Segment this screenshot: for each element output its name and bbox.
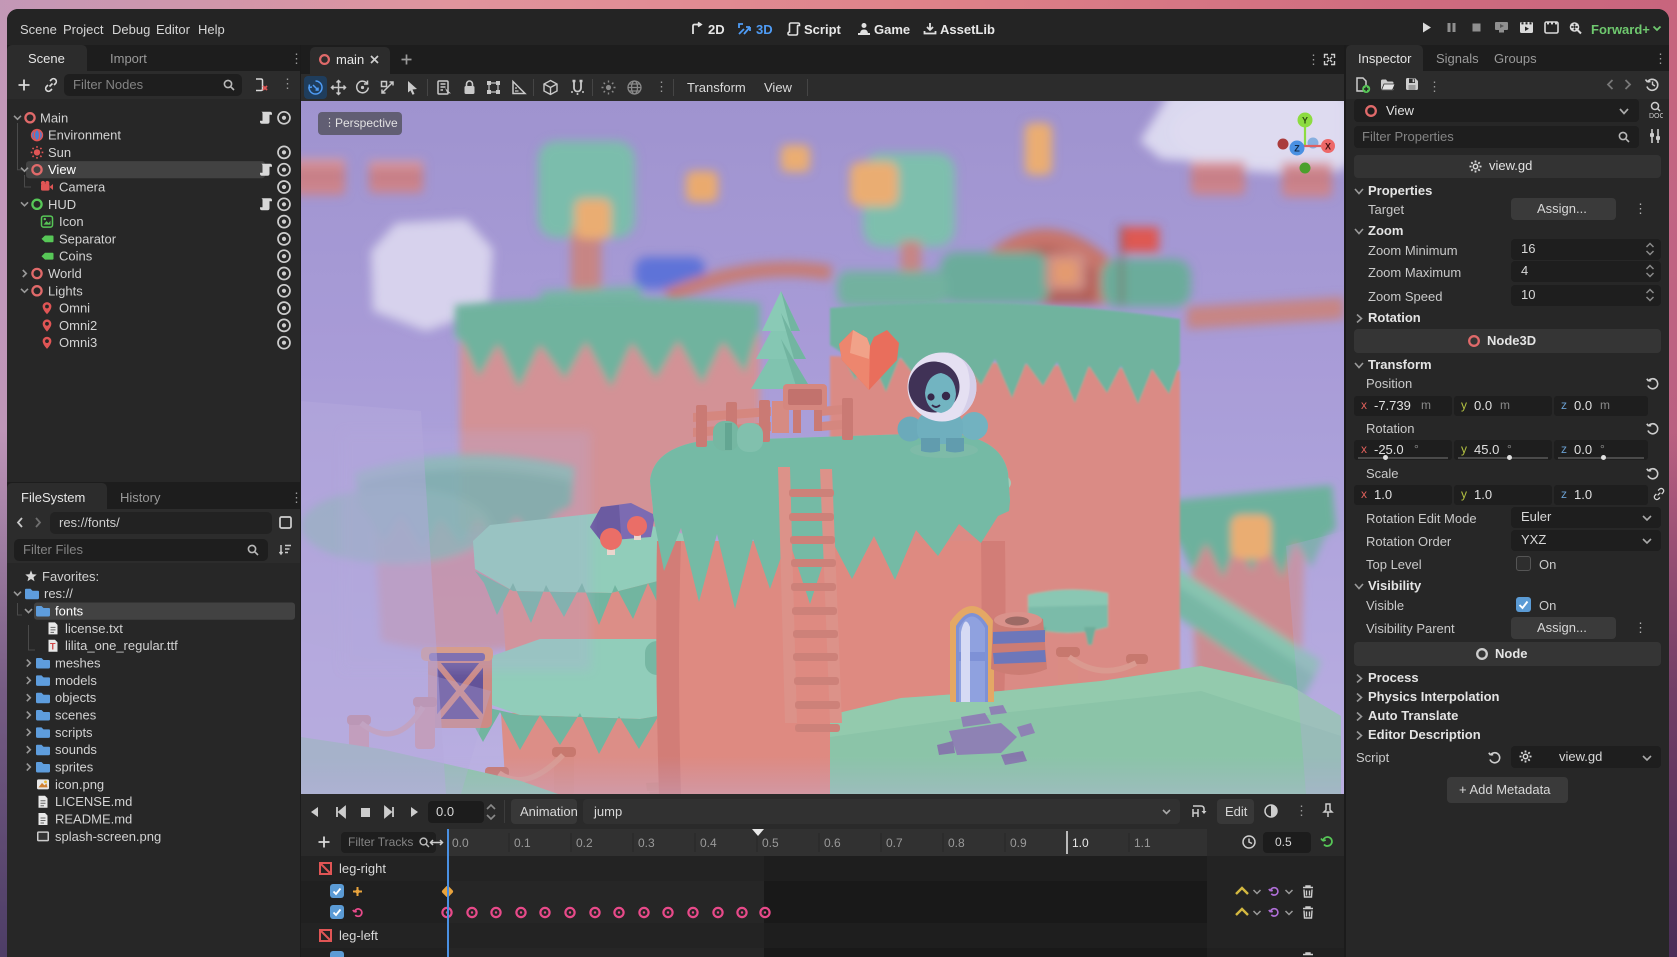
svg-text:Environment: Environment [48, 128, 121, 143]
svg-text:Omni: Omni [59, 301, 90, 316]
svg-text:Lights: Lights [48, 283, 83, 298]
svg-text:DOC: DOC [1649, 113, 1663, 120]
svg-text:res://: res:// [44, 586, 73, 601]
svg-text:splash-screen.png: splash-screen.png [55, 829, 161, 844]
svg-text:Main: Main [40, 110, 68, 125]
svg-text:Omni3: Omni3 [59, 335, 97, 350]
svg-text:HUD: HUD [48, 197, 76, 212]
svg-text:models: models [55, 673, 97, 688]
svg-text:Z: Z [1294, 144, 1300, 154]
svg-text:scripts: scripts [55, 725, 93, 740]
svg-text:icon.png: icon.png [55, 777, 104, 792]
svg-text:View: View [48, 162, 77, 177]
svg-text:Omni2: Omni2 [59, 318, 97, 333]
svg-text:sprites: sprites [55, 760, 94, 775]
svg-text:Coins: Coins [59, 249, 93, 264]
svg-text:Icon: Icon [59, 214, 84, 229]
svg-text:X: X [1325, 142, 1331, 152]
svg-text:scenes: scenes [55, 708, 97, 723]
svg-text:World: World [48, 266, 82, 281]
svg-text:Sun: Sun [48, 145, 71, 160]
svg-text:objects: objects [55, 690, 97, 705]
svg-text:fonts: fonts [55, 604, 84, 619]
svg-text:README.md: README.md [55, 812, 132, 827]
svg-text:sounds: sounds [55, 742, 97, 757]
svg-text:Separator: Separator [59, 231, 117, 246]
svg-text:Y: Y [1302, 116, 1308, 126]
svg-text:lilita_one_regular.ttf: lilita_one_regular.ttf [65, 638, 178, 653]
svg-text:Camera: Camera [59, 180, 106, 195]
svg-text:license.txt: license.txt [65, 621, 123, 636]
svg-text:meshes: meshes [55, 656, 101, 671]
svg-text:T: T [50, 642, 56, 652]
svg-text:Favorites:: Favorites: [42, 569, 99, 584]
svg-text:LICENSE.md: LICENSE.md [55, 794, 132, 809]
